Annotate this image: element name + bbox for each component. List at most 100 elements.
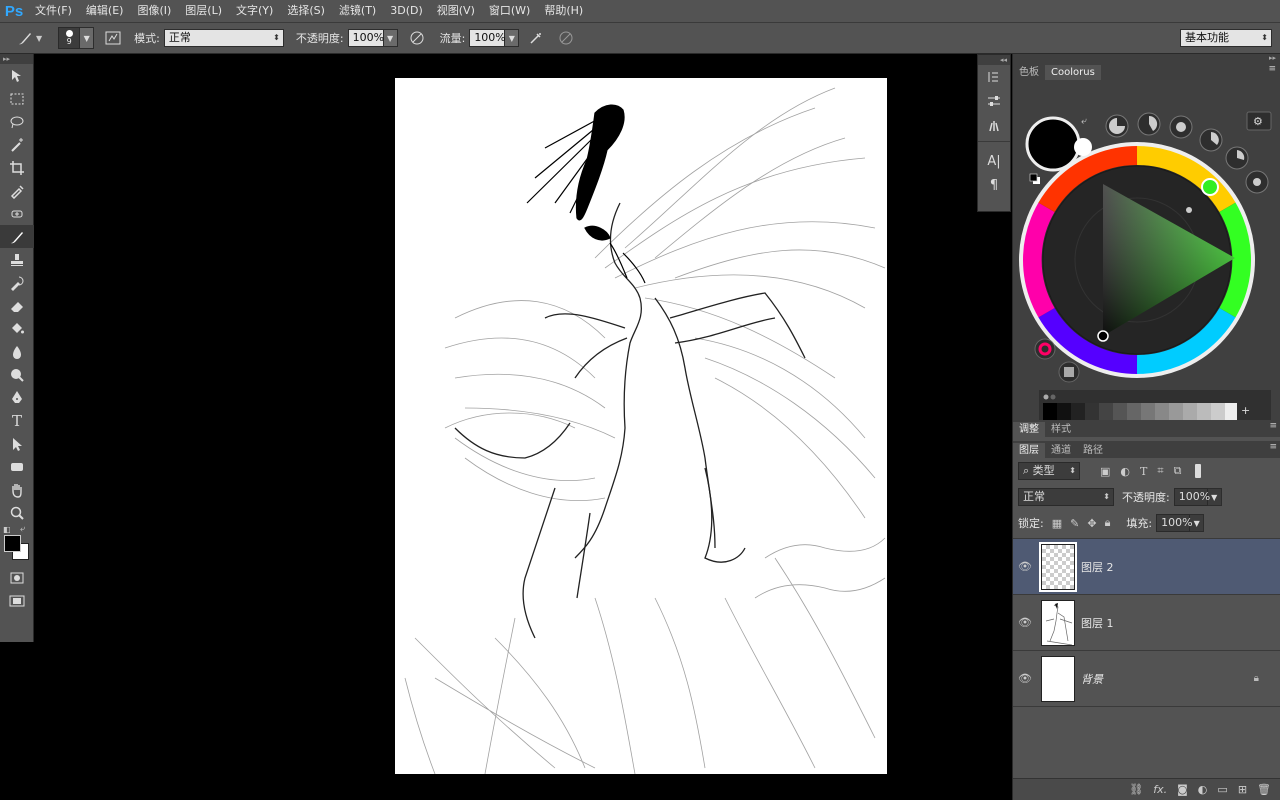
blur-tool-icon[interactable] bbox=[0, 340, 34, 363]
menu-select[interactable]: 选择(S) bbox=[280, 0, 332, 22]
healing-brush-tool-icon[interactable] bbox=[0, 202, 34, 225]
quick-mask-icon[interactable] bbox=[0, 566, 34, 589]
document-canvas[interactable] bbox=[395, 78, 887, 774]
screen-mode-icon[interactable] bbox=[0, 589, 34, 612]
menu-image[interactable]: 图像(I) bbox=[130, 0, 178, 22]
layer-row-layer2[interactable]: 👁︎ 图层 2 bbox=[1013, 539, 1280, 595]
brush-tool-icon[interactable] bbox=[0, 225, 34, 248]
adjustments-menu-icon[interactable]: ≡ bbox=[1269, 421, 1277, 431]
tab-coolorus[interactable]: Coolorus bbox=[1045, 65, 1101, 80]
pressure-opacity-icon[interactable] bbox=[406, 27, 428, 49]
tab-swatches[interactable]: 色板 bbox=[1013, 65, 1045, 80]
add-mask-icon[interactable]: ◙ bbox=[1177, 783, 1188, 796]
brush-presets-panel-icon[interactable] bbox=[978, 113, 1010, 137]
layer-style-icon[interactable]: fx. bbox=[1153, 783, 1167, 796]
crop-tool-icon[interactable] bbox=[0, 156, 34, 179]
layer-row-layer1[interactable]: 👁︎ 图层 1 bbox=[1013, 595, 1280, 651]
delete-layer-icon[interactable]: 🗑︎ bbox=[1257, 783, 1271, 796]
filter-toggle-switch[interactable] bbox=[1195, 464, 1202, 478]
lasso-tool-icon[interactable] bbox=[0, 110, 34, 133]
brush-panel-toggle-icon[interactable] bbox=[102, 27, 124, 49]
filter-shape-icon[interactable]: ⌗ bbox=[1157, 464, 1163, 478]
tab-styles[interactable]: 样式 bbox=[1045, 422, 1077, 437]
eyedropper-tool-icon[interactable] bbox=[0, 179, 34, 202]
flow-dropdown[interactable]: ▼ bbox=[505, 29, 520, 47]
layer-filter-select[interactable]: ⌕ 类型 ⬍ bbox=[1018, 462, 1080, 480]
pressure-size-icon[interactable] bbox=[555, 27, 577, 49]
paragraph-panel-icon[interactable]: ¶ bbox=[978, 173, 1010, 197]
tab-paths[interactable]: 路径 bbox=[1077, 443, 1109, 458]
new-layer-icon[interactable]: ⊞ bbox=[1238, 783, 1247, 796]
tab-channels[interactable]: 通道 bbox=[1045, 443, 1077, 458]
layer-name[interactable]: 图层 1 bbox=[1081, 615, 1114, 631]
layer-name[interactable]: 背景 bbox=[1081, 671, 1103, 687]
panel-collapse-icon[interactable]: ▸▸ bbox=[0, 54, 33, 64]
hand-tool-icon[interactable] bbox=[0, 478, 34, 501]
history-panel-icon[interactable] bbox=[978, 65, 1010, 89]
path-selection-tool-icon[interactable] bbox=[0, 432, 34, 455]
type-tool-icon[interactable]: T bbox=[0, 409, 34, 432]
mode-select[interactable]: 正常 ⬍ bbox=[163, 29, 284, 47]
canvas-workspace[interactable] bbox=[35, 54, 976, 800]
history-brush-tool-icon[interactable] bbox=[0, 271, 34, 294]
tab-layers[interactable]: 图层 bbox=[1013, 443, 1045, 458]
properties-panel-icon[interactable] bbox=[978, 89, 1010, 113]
zoom-tool-icon[interactable] bbox=[0, 501, 34, 524]
layers-menu-icon[interactable]: ≡ bbox=[1269, 442, 1277, 452]
new-group-icon[interactable]: ▭ bbox=[1217, 783, 1227, 796]
move-tool-icon[interactable] bbox=[0, 64, 34, 87]
menu-file[interactable]: 文件(F) bbox=[28, 0, 79, 22]
lock-position-icon[interactable]: ✥ bbox=[1087, 517, 1096, 530]
default-colors-icon[interactable]: ◧ bbox=[3, 525, 11, 534]
opacity-input[interactable]: 100% bbox=[347, 29, 384, 47]
brush-preset-dropdown[interactable]: ▼ bbox=[80, 27, 95, 49]
filter-type-icon[interactable]: T bbox=[1140, 465, 1147, 478]
tool-preset-chevron-icon[interactable]: ▼ bbox=[36, 34, 42, 43]
magic-wand-tool-icon[interactable] bbox=[0, 133, 34, 156]
layer-name[interactable]: 图层 2 bbox=[1081, 559, 1114, 575]
workspace-select[interactable]: 基本功能 ⬍ bbox=[1180, 29, 1272, 47]
brush-tool-icon[interactable] bbox=[14, 27, 36, 49]
eraser-tool-icon[interactable] bbox=[0, 294, 34, 317]
menu-view[interactable]: 视图(V) bbox=[430, 0, 482, 22]
marquee-tool-icon[interactable] bbox=[0, 87, 34, 110]
adjustment-layer-icon[interactable]: ◐ bbox=[1198, 783, 1208, 796]
dock-collapse-icon[interactable]: ◂◂ bbox=[978, 55, 1010, 65]
character-panel-icon[interactable]: A| bbox=[978, 149, 1010, 173]
layer-opacity-input[interactable]: 100% bbox=[1173, 488, 1210, 506]
brush-preset-picker[interactable]: 9 bbox=[58, 27, 81, 49]
menu-edit[interactable]: 编辑(E) bbox=[79, 0, 131, 22]
link-layers-icon[interactable]: ⛓ bbox=[1129, 783, 1143, 796]
filter-adjustment-icon[interactable]: ◐ bbox=[1120, 465, 1130, 478]
fill-input[interactable]: 100% bbox=[1156, 514, 1193, 532]
dodge-tool-icon[interactable] bbox=[0, 363, 34, 386]
visibility-eye-icon[interactable]: 👁︎ bbox=[1013, 672, 1037, 685]
swap-colors-icon[interactable]: ⤶ bbox=[20, 524, 25, 534]
opacity-dropdown[interactable]: ▼ bbox=[383, 29, 398, 47]
right-dock-collapse-icon[interactable]: ▸▸ bbox=[1013, 54, 1280, 63]
menu-3d[interactable]: 3D(D) bbox=[383, 0, 430, 22]
layer-row-background[interactable]: 👁︎ 背景 🔒︎ bbox=[1013, 651, 1280, 707]
flow-input[interactable]: 100% bbox=[469, 29, 506, 47]
menu-window[interactable]: 窗口(W) bbox=[482, 0, 537, 22]
lock-all-icon[interactable]: 🔒︎ bbox=[1105, 516, 1111, 530]
menu-help[interactable]: 帮助(H) bbox=[537, 0, 590, 22]
menu-layer[interactable]: 图层(L) bbox=[178, 0, 229, 22]
lock-image-icon[interactable]: ✎ bbox=[1070, 517, 1079, 530]
filter-smart-object-icon[interactable]: ⧉ bbox=[1174, 464, 1182, 478]
foreground-color-swatch[interactable] bbox=[4, 535, 21, 552]
menu-type[interactable]: 文字(Y) bbox=[229, 0, 280, 22]
visibility-eye-icon[interactable]: 👁︎ bbox=[1013, 560, 1037, 573]
rectangle-tool-icon[interactable] bbox=[0, 455, 34, 478]
paint-bucket-tool-icon[interactable] bbox=[0, 317, 34, 340]
visibility-eye-icon[interactable]: 👁︎ bbox=[1013, 616, 1037, 629]
lock-transparent-icon[interactable]: ▦ bbox=[1052, 517, 1062, 530]
clone-stamp-tool-icon[interactable] bbox=[0, 248, 34, 271]
panel-menu-icon[interactable]: ≡ bbox=[1268, 64, 1276, 74]
blend-mode-select[interactable]: 正常 ⬍ bbox=[1018, 488, 1114, 506]
airbrush-icon[interactable] bbox=[525, 27, 547, 49]
pen-tool-icon[interactable] bbox=[0, 386, 34, 409]
filter-pixel-icon[interactable]: ▣ bbox=[1100, 465, 1110, 478]
color-wheel-graphic[interactable]: ⤶ ⚙ + bbox=[1013, 80, 1280, 431]
tab-adjustments[interactable]: 调整 bbox=[1013, 422, 1045, 437]
